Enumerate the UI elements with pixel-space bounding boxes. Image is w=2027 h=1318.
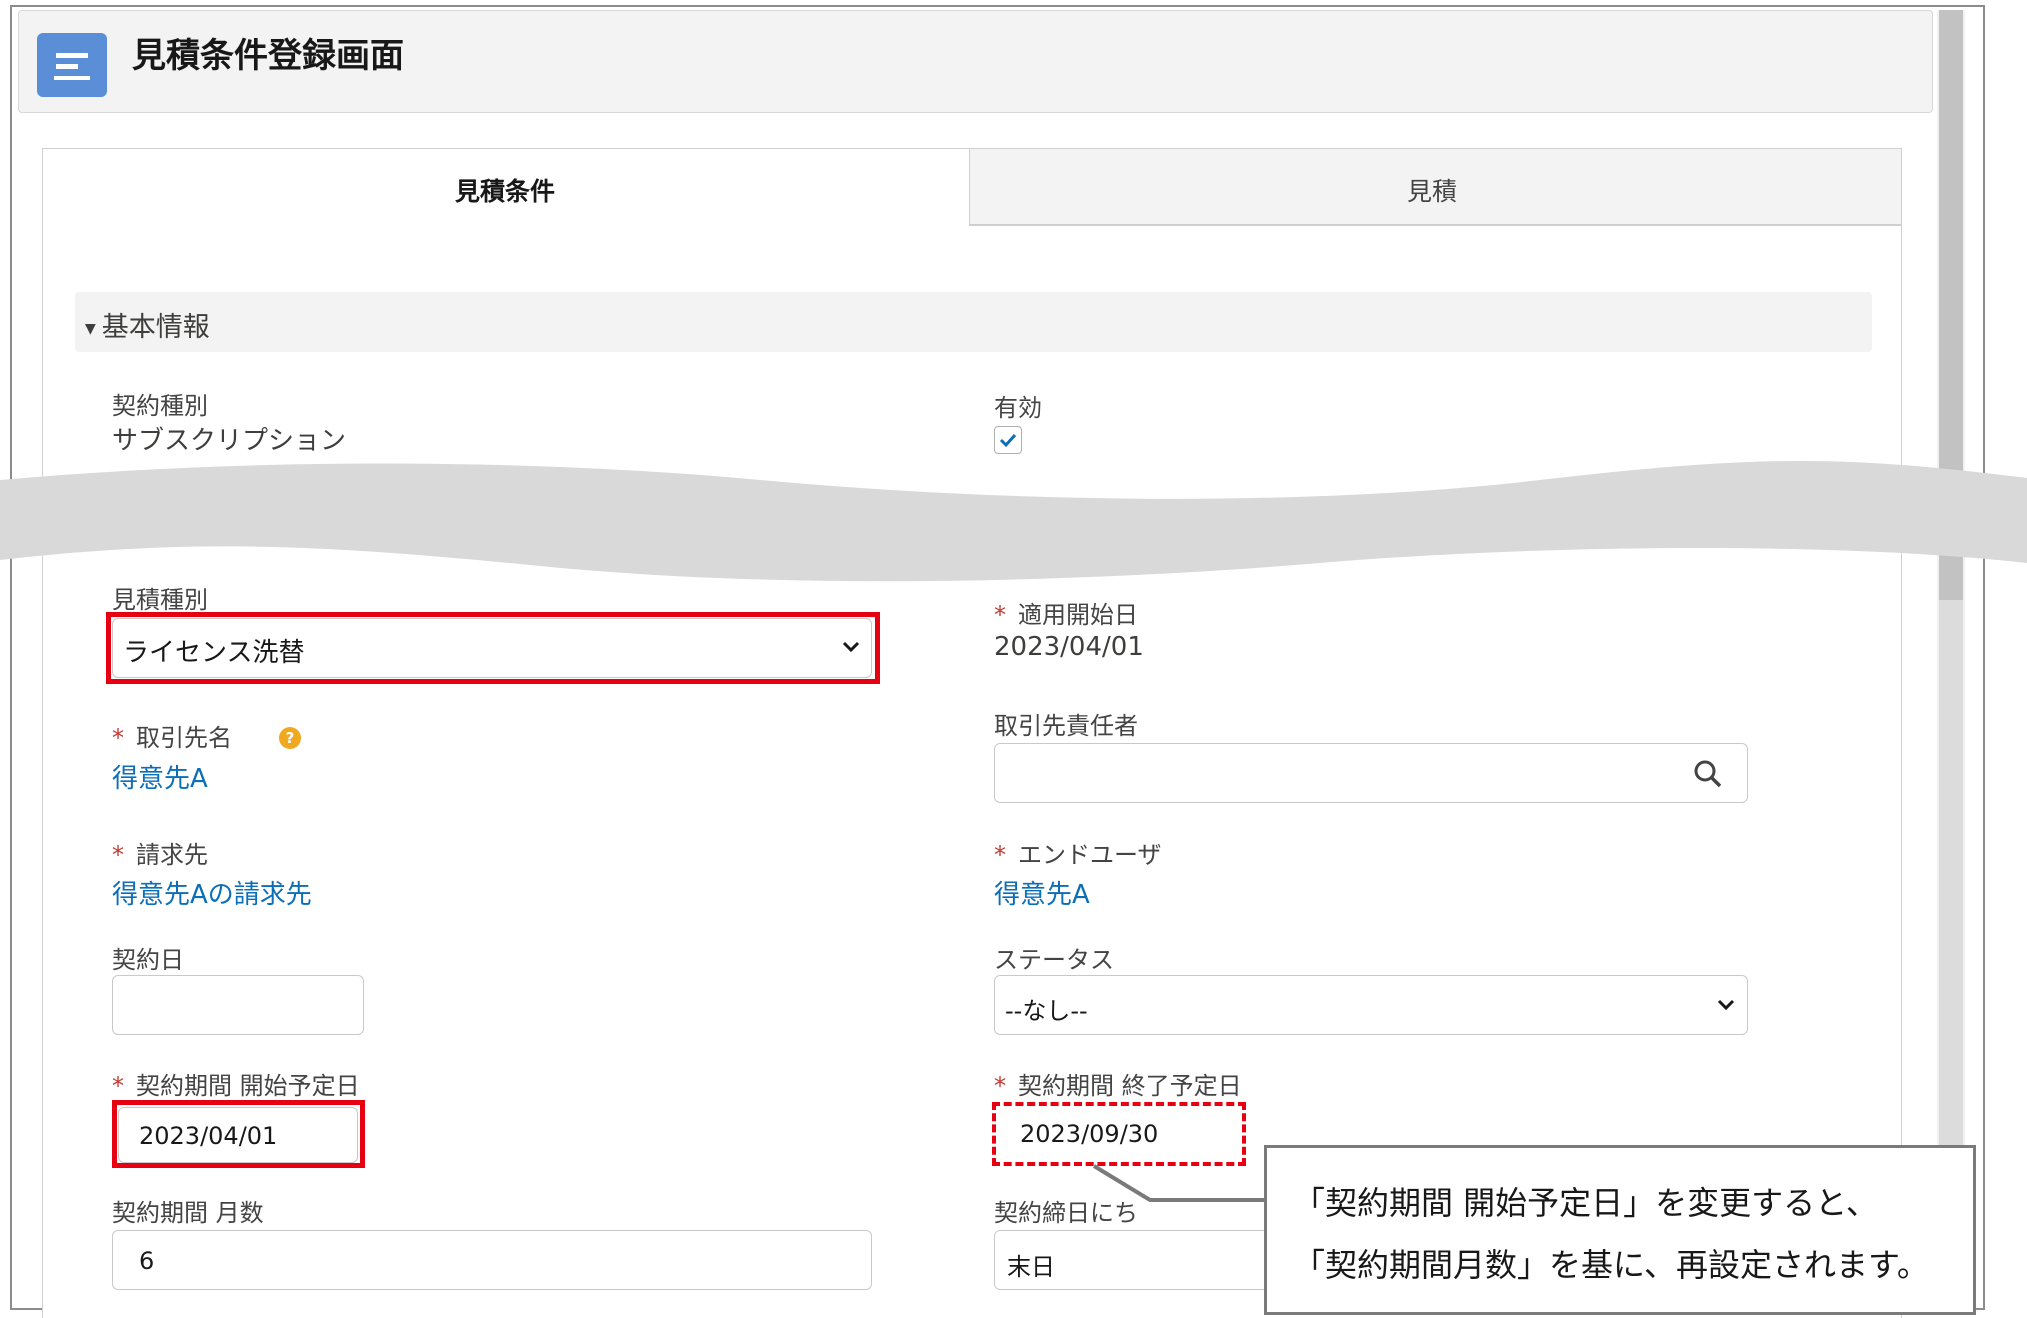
highlight-estimate-type [106, 612, 880, 684]
status-label: ステータス [994, 946, 1114, 974]
search-icon[interactable] [1693, 759, 1723, 789]
term-months-label: 契約期間 月数 [112, 1199, 264, 1227]
contract-date-label: 契約日 [112, 946, 184, 974]
page-title: 見積条件登録画面 [132, 36, 404, 76]
tab-estimate-label: 見積 [1407, 177, 1458, 206]
estimate-type-label: 見積種別 [112, 586, 208, 614]
section-basic-info[interactable] [75, 292, 1872, 352]
closing-day-value: 末日 [1007, 1253, 1055, 1281]
contract-type-label: 契約種別 [112, 392, 208, 420]
status-value: --なし-- [1005, 997, 1088, 1025]
highlight-term-start [112, 1100, 365, 1168]
tab-estimate-conditions-label: 見積条件 [455, 177, 556, 206]
active-label: 有効 [994, 394, 1042, 422]
check-icon [999, 433, 1017, 448]
annotation-callout: 「契約期間 開始予定日」を変更すると、 「契約期間月数」を基に、再設定されます。 [1264, 1145, 1976, 1315]
apply-start-value: 2023/04/01 [994, 632, 1144, 662]
callout-line-1: 「契約期間 開始予定日」を変更すると、 [1293, 1184, 1878, 1222]
contact-label: 取引先責任者 [994, 712, 1138, 740]
callout-line-2: 「契約期間月数」を基に、再設定されます。 [1293, 1246, 1929, 1284]
term-months-value: 6 [139, 1247, 155, 1275]
term-months-input[interactable]: 6 [112, 1230, 872, 1290]
contact-lookup-input[interactable] [994, 743, 1748, 803]
contract-type-value: サブスクリプション [112, 426, 347, 456]
contract-date-input[interactable] [112, 975, 364, 1035]
section-title: ▼ 基本情報 [85, 312, 210, 343]
closing-day-select[interactable]: 末日 [994, 1230, 1284, 1290]
record-icon [37, 33, 107, 97]
billing-label: * 請求先 [112, 841, 208, 869]
collapse-triangle-icon: ▼ [85, 320, 96, 337]
account-link[interactable]: 得意先A [112, 758, 208, 795]
status-select[interactable]: --なし-- [994, 975, 1748, 1035]
omission-break [0, 460, 2027, 582]
apply-start-label: * 適用開始日 [994, 601, 1138, 629]
closing-day-label: 契約締日にち [994, 1199, 1138, 1227]
active-checkbox[interactable] [994, 426, 1022, 454]
term-end-label: * 契約期間 終了予定日 [994, 1072, 1242, 1100]
account-label: * 取引先名 [112, 724, 232, 752]
chevron-down-icon [1717, 999, 1735, 1011]
term-start-label: * 契約期間 開始予定日 [112, 1072, 360, 1100]
end-user-link[interactable]: 得意先A [994, 874, 1090, 911]
highlight-term-end [992, 1102, 1246, 1166]
end-user-label: * エンドユーザ [994, 841, 1162, 869]
billing-link[interactable]: 得意先Aの請求先 [112, 874, 312, 911]
help-icon[interactable]: ? [279, 727, 301, 749]
